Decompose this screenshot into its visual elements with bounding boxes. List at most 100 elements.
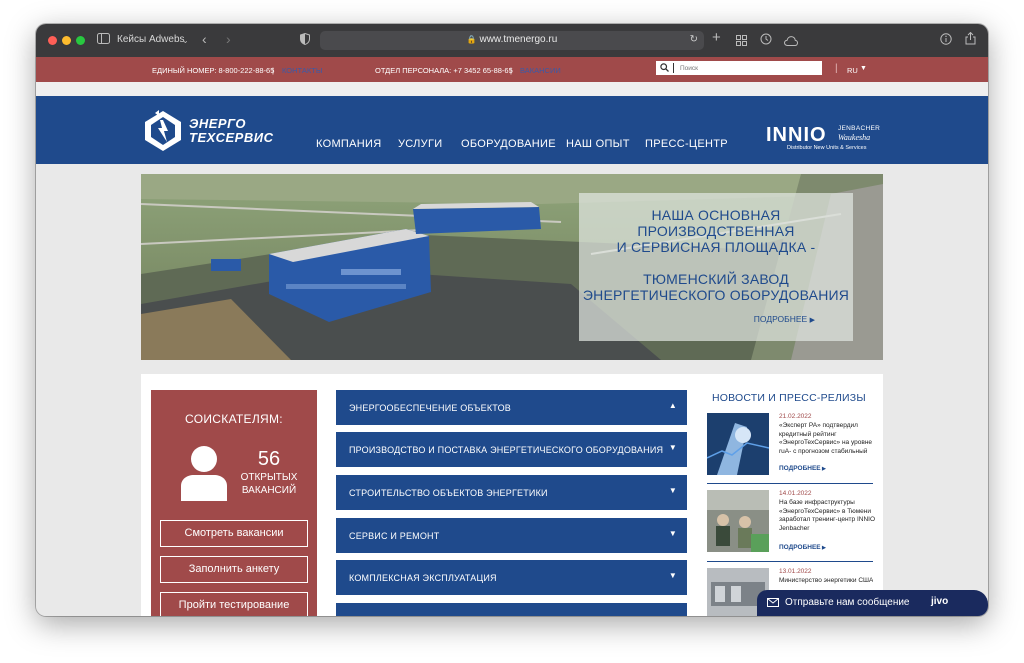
job-seekers-card: СОИСКАТЕЛЯМ: 56 ОТКРЫТЫХ ВАКАНСИЙ Смотре… [151,390,317,616]
sidebar-icon[interactable] [97,32,110,48]
person-icon [181,446,227,501]
site-logo[interactable]: ЭНЕРГО ТЕХСЕРВИС [142,109,274,153]
address-bar-url: 🔒 www.tmenergo.ru [320,34,704,45]
mail-icon [767,598,779,610]
accordion-label: ЭНЕРГООБЕСПЕЧЕНИЕ ОБЪЕКТОВ [349,403,511,413]
news-more-label: ПОДРОБНЕЕ [779,544,821,551]
accordion-label: СТРОИТЕЛЬСТВО ОБЪЕКТОВ ЭНЕРГЕТИКИ [349,488,548,498]
accordion-item[interactable]: СЕРВИС И РЕМОНТ ▼ [336,518,687,553]
news-item[interactable]: 21.02.2022 «Эксперт РА» подтвердил креди… [707,413,873,475]
search-input[interactable] [680,62,810,74]
accordion-item[interactable] [336,603,687,616]
icloud-icon[interactable] [783,34,799,50]
news-date: 14.01.2022 [779,490,812,497]
chevron-down-icon: ▼ [668,443,677,452]
accordion-label: СЕРВИС И РЕМОНТ [349,531,440,541]
hero-more-label: ПОДРОБНЕЕ [753,314,808,324]
site-header: ЭНЕРГО ТЕХСЕРВИС КОМПАНИЯ УСЛУГИ ОБОРУДО… [36,96,988,164]
chat-tab-corner [954,590,988,616]
search-icon[interactable] [660,63,669,74]
nav-item-services[interactable]: УСЛУГИ [398,138,442,150]
chevron-down-icon[interactable]: ⌄ [182,33,189,49]
accordion-item[interactable]: СТРОИТЕЛЬСТВО ОБЪЕКТОВ ЭНЕРГЕТИКИ ▼ [336,475,687,510]
accordion-item[interactable]: КОМПЛЕКСНАЯ ЭКСПЛУАТАЦИЯ ▼ [336,560,687,595]
info-icon[interactable] [940,33,952,49]
chevron-down-icon: ▼ [668,529,677,538]
partner-logo[interactable]: INNIO JENBACHER Waukesha Distributor New… [766,124,886,156]
news-item[interactable]: 14.01.2022 На базе инфраструктуры «Энерг… [707,490,875,554]
news-date: 13.01.2022 [779,568,812,575]
browser-toolbar: Кейсы Adwebs ⌄ ‹ › 🔒 www.tmenergo.ru ↻ + [36,24,988,57]
hero-line-2: ПРОИЗВОДСТВЕННАЯ [637,223,795,239]
news-divider [707,561,873,562]
chat-label: Отправьте нам сообщение [785,597,910,608]
job-seekers-title: СОИСКАТЕЛЯМ: [185,412,283,426]
partner-tagline: Distributor New Units & Services [787,145,867,151]
accordion-item[interactable]: ЭНЕРГООБЕСПЕЧЕНИЕ ОБЪЕКТОВ ▲ [336,390,687,425]
accordion-label: КОМПЛЕКСНАЯ ЭКСПЛУАТАЦИЯ [349,573,497,583]
news-thumbnail[interactable] [707,490,769,552]
reload-icon[interactable]: ↻ [690,34,698,45]
tab-overview-icon[interactable] [736,34,747,50]
view-vacancies-button[interactable]: Смотреть вакансии [160,520,308,547]
arrow-right-icon: ▶ [820,466,826,472]
news-thumbnail[interactable] [707,413,769,475]
zoom-window-button[interactable] [76,36,85,45]
back-icon[interactable]: ‹ [202,31,207,47]
history-icon[interactable] [760,33,772,49]
contacts-link[interactable]: КОНТАКТЫ [282,66,322,75]
nav-item-equipment[interactable]: ОБОРУДОВАНИЕ [461,138,556,150]
chevron-down-icon[interactable]: ▼ [860,65,867,72]
new-tab-icon[interactable]: + [712,30,721,46]
chevron-down-icon: ▼ [668,571,677,580]
partner-sub2: Waukesha [838,133,871,142]
hero-caption-box: НАША ОСНОВНАЯ ПРОИЗВОДСТВЕННАЯ И СЕРВИСН… [579,193,853,341]
chat-brand-logo: jivo [931,596,949,607]
logo-text-line1: ЭНЕРГО [189,116,246,131]
logo-text-line2: ТЕХСЕРВИС [189,130,274,145]
divider: | [272,66,274,75]
news-divider [707,483,873,484]
hero-more-link[interactable]: ПОДРОБНЕЕ ▶ [754,314,815,324]
vacancy-count-label2: ВАКАНСИЙ [241,485,297,496]
news-headline[interactable]: Министерство энергетики США [779,577,873,586]
lock-icon: 🔒 [466,35,477,44]
vacancies-link[interactable]: ВАКАНСИИ [520,66,561,75]
nav-item-experience[interactable]: НАШ ОПЫТ [566,138,630,150]
share-icon[interactable] [965,31,976,49]
arrow-right-icon: ▶ [809,317,815,324]
news-date: 21.02.2022 [779,413,812,420]
partner-logo-text: INNIO [766,124,827,146]
take-test-button[interactable]: Пройти тестирование [160,592,308,616]
search-box[interactable] [656,61,822,75]
arrow-right-icon: ▶ [820,545,826,551]
news-more-link[interactable]: ПОДРОБНЕЕ ▶ [779,544,826,551]
news-more-link[interactable]: ПОДРОБНЕЕ ▶ [779,465,826,472]
hero-line-1: НАША ОСНОВНАЯ [651,207,781,223]
tab-group-label[interactable]: Кейсы Adwebs [117,34,185,45]
close-window-button[interactable] [48,36,57,45]
chat-widget[interactable]: Отправьте нам сообщение jivo [757,590,969,616]
minimize-window-button[interactable] [62,36,71,45]
accordion-item[interactable]: ПРОИЗВОДСТВО И ПОСТАВКА ЭНЕРГЕТИЧЕСКОГО … [336,432,687,467]
forward-icon[interactable]: › [226,31,231,47]
search-cursor [673,63,674,73]
fill-form-button[interactable]: Заполнить анкету [160,556,308,583]
hero-line-5: ТЮМЕНСКИЙ ЗАВОД [643,271,789,287]
nav-item-press[interactable]: ПРЕСС-ЦЕНТР [645,138,728,150]
news-headline[interactable]: «Эксперт РА» подтвердил кредитный рейтин… [779,422,875,456]
staff-phone-label: ОТДЕЛ ПЕРСОНАЛА: +7 3452 65-88-65 [375,66,513,75]
hero-banner[interactable]: НАША ОСНОВНАЯ ПРОИЗВОДСТВЕННАЯ И СЕРВИСН… [141,174,883,360]
address-bar[interactable]: 🔒 www.tmenergo.ru ↻ [320,31,704,50]
nav-item-company[interactable]: КОМПАНИЯ [316,138,381,150]
phone-label: ЕДИНЫЙ НОМЕР: 8-800-222-88-65 [152,66,275,75]
chevron-down-icon: ▼ [668,486,677,495]
language-select[interactable]: RU [847,66,858,75]
top-info-bar: ЕДИНЫЙ НОМЕР: 8-800-222-88-65 | КОНТАКТЫ… [36,57,988,82]
divider: | [835,63,838,74]
divider: | [510,66,512,75]
news-headline[interactable]: На базе инфраструктуры «ЭнергоТехСервис»… [779,499,875,533]
news-more-label: ПОДРОБНЕЕ [779,465,821,472]
url-text: www.tmenergo.ru [479,34,558,45]
privacy-shield-icon[interactable] [300,32,310,49]
